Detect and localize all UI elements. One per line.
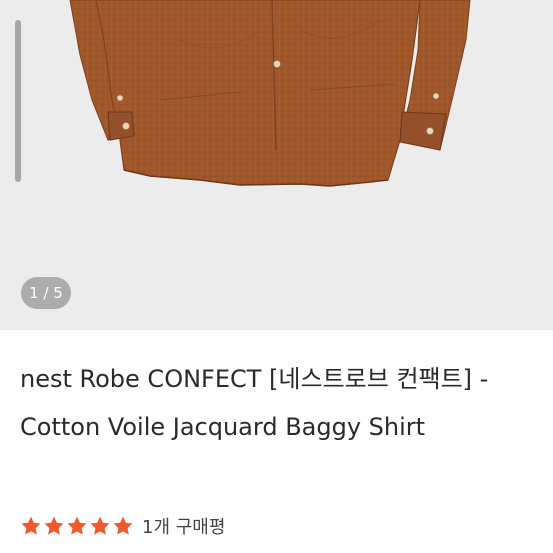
gallery-scrollbar[interactable] [15,20,21,182]
star-icon [21,516,41,535]
rating-row[interactable]: 1개 구매평 [20,513,225,539]
star-rating [20,515,134,537]
product-title: nest Robe CONFECT [네스트로브 컨팩트] - Cotton V… [20,365,489,441]
image-counter-badge: 1 / 5 [21,277,71,309]
review-count[interactable]: 1개 구매평 [142,513,225,539]
shirt-illustration [69,0,471,187]
product-image[interactable]: 1 / 5 [0,0,553,330]
star-icon [113,516,133,535]
star-icon [44,516,64,535]
star-icon [90,516,110,535]
star-icon [67,516,87,535]
